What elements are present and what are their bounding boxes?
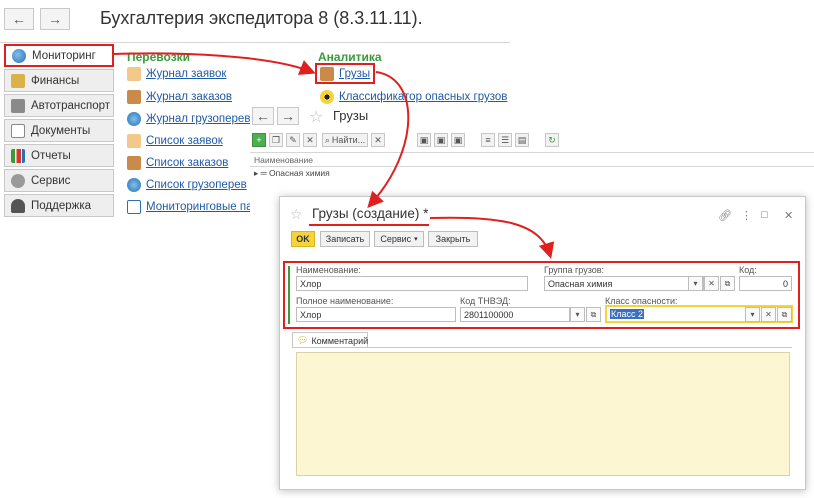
arrow-to-fields (429, 216, 555, 259)
annotation-arrows (113, 52, 555, 259)
arrow-to-cargo (113, 52, 316, 75)
arrow-to-form (367, 71, 410, 208)
